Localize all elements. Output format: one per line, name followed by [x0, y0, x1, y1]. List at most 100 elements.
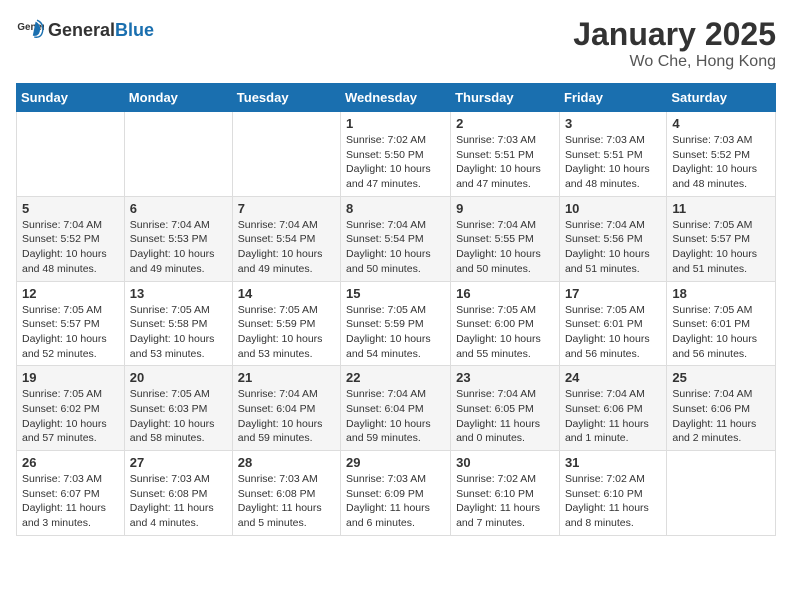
day-info: Sunrise: 7:03 AM Sunset: 6:07 PM Dayligh…	[22, 472, 119, 531]
day-info: Sunrise: 7:05 AM Sunset: 5:57 PM Dayligh…	[672, 218, 770, 277]
logo-blue-text: Blue	[115, 20, 154, 41]
calendar-day	[124, 112, 232, 197]
calendar-day: 28 Sunrise: 7:03 AM Sunset: 6:08 PM Dayli…	[232, 451, 340, 536]
day-info: Sunrise: 7:04 AM Sunset: 5:56 PM Dayligh…	[565, 218, 661, 277]
day-number: 22	[346, 370, 445, 385]
calendar-day	[17, 112, 125, 197]
day-info: Sunrise: 7:03 AM Sunset: 6:08 PM Dayligh…	[130, 472, 227, 531]
day-info: Sunrise: 7:05 AM Sunset: 5:57 PM Dayligh…	[22, 303, 119, 362]
day-number: 29	[346, 455, 445, 470]
calendar-week-2: 5 Sunrise: 7:04 AM Sunset: 5:52 PM Daylig…	[17, 196, 776, 281]
day-number: 5	[22, 201, 119, 216]
day-info: Sunrise: 7:05 AM Sunset: 6:03 PM Dayligh…	[130, 387, 227, 446]
day-number: 4	[672, 116, 770, 131]
calendar-title: January 2025	[573, 16, 776, 53]
calendar-day: 24 Sunrise: 7:04 AM Sunset: 6:06 PM Dayli…	[559, 366, 666, 451]
day-info: Sunrise: 7:04 AM Sunset: 5:55 PM Dayligh…	[456, 218, 554, 277]
day-number: 6	[130, 201, 227, 216]
calendar-day: 25Sunrise: 7:04 AM Sunset: 6:06 PM Dayli…	[667, 366, 776, 451]
calendar-day: 16 Sunrise: 7:05 AM Sunset: 6:00 PM Dayli…	[451, 281, 560, 366]
day-number: 15	[346, 286, 445, 301]
title-block: January 2025 Wo Che, Hong Kong	[573, 16, 776, 71]
weekday-header-tuesday: Tuesday	[232, 84, 340, 112]
day-info: Sunrise: 7:04 AM Sunset: 6:04 PM Dayligh…	[346, 387, 445, 446]
logo-icon: General	[16, 16, 44, 44]
calendar-subtitle: Wo Che, Hong Kong	[573, 53, 776, 71]
calendar-day: 18 Sunrise: 7:05 AM Sunset: 6:01 PM Dayli…	[667, 281, 776, 366]
day-number: 8	[346, 201, 445, 216]
weekday-header-saturday: Saturday	[667, 84, 776, 112]
day-info: Sunrise: 7:05 AM Sunset: 6:02 PM Dayligh…	[22, 387, 119, 446]
logo-general-text: General	[48, 20, 115, 41]
weekday-header-wednesday: Wednesday	[341, 84, 451, 112]
svg-text:General: General	[17, 22, 44, 33]
day-number: 9	[456, 201, 554, 216]
logo: General GeneralBlue	[16, 16, 154, 44]
day-number: 28	[238, 455, 335, 470]
day-number: 26	[22, 455, 119, 470]
day-info: Sunrise: 7:04 AM Sunset: 5:54 PM Dayligh…	[238, 218, 335, 277]
calendar-day: 21Sunrise: 7:04 AM Sunset: 6:04 PM Dayli…	[232, 366, 340, 451]
day-info: Sunrise: 7:03 AM Sunset: 5:52 PM Dayligh…	[672, 133, 770, 192]
day-number: 10	[565, 201, 661, 216]
day-number: 7	[238, 201, 335, 216]
calendar-day: 2Sunrise: 7:03 AM Sunset: 5:51 PM Daylig…	[451, 112, 560, 197]
weekday-header-friday: Friday	[559, 84, 666, 112]
day-info: Sunrise: 7:04 AM Sunset: 6:04 PM Dayligh…	[238, 387, 335, 446]
day-number: 2	[456, 116, 554, 131]
calendar-day: 19Sunrise: 7:05 AM Sunset: 6:02 PM Dayli…	[17, 366, 125, 451]
calendar-day: 5 Sunrise: 7:04 AM Sunset: 5:52 PM Daylig…	[17, 196, 125, 281]
day-number: 20	[130, 370, 227, 385]
weekday-header-row: SundayMondayTuesdayWednesdayThursdayFrid…	[17, 84, 776, 112]
day-number: 13	[130, 286, 227, 301]
day-number: 23	[456, 370, 554, 385]
day-info: Sunrise: 7:03 AM Sunset: 6:08 PM Dayligh…	[238, 472, 335, 531]
day-info: Sunrise: 7:02 AM Sunset: 6:10 PM Dayligh…	[565, 472, 661, 531]
day-number: 25	[672, 370, 770, 385]
calendar-day: 17Sunrise: 7:05 AM Sunset: 6:01 PM Dayli…	[559, 281, 666, 366]
day-number: 3	[565, 116, 661, 131]
day-number: 16	[456, 286, 554, 301]
day-number: 14	[238, 286, 335, 301]
calendar-day: 6 Sunrise: 7:04 AM Sunset: 5:53 PM Daylig…	[124, 196, 232, 281]
day-info: Sunrise: 7:05 AM Sunset: 6:01 PM Dayligh…	[565, 303, 661, 362]
day-info: Sunrise: 7:05 AM Sunset: 6:01 PM Dayligh…	[672, 303, 770, 362]
weekday-header-thursday: Thursday	[451, 84, 560, 112]
weekday-header-sunday: Sunday	[17, 84, 125, 112]
day-info: Sunrise: 7:04 AM Sunset: 5:54 PM Dayligh…	[346, 218, 445, 277]
calendar-week-3: 12 Sunrise: 7:05 AM Sunset: 5:57 PM Dayli…	[17, 281, 776, 366]
day-info: Sunrise: 7:03 AM Sunset: 6:09 PM Dayligh…	[346, 472, 445, 531]
day-number: 30	[456, 455, 554, 470]
calendar-day: 8 Sunrise: 7:04 AM Sunset: 5:54 PM Daylig…	[341, 196, 451, 281]
day-info: Sunrise: 7:02 AM Sunset: 6:10 PM Dayligh…	[456, 472, 554, 531]
day-info: Sunrise: 7:03 AM Sunset: 5:51 PM Dayligh…	[565, 133, 661, 192]
page-header: General GeneralBlue January 2025 Wo Che,…	[16, 16, 776, 71]
calendar-day: 29 Sunrise: 7:03 AM Sunset: 6:09 PM Dayli…	[341, 451, 451, 536]
calendar-day: 27 Sunrise: 7:03 AM Sunset: 6:08 PM Dayli…	[124, 451, 232, 536]
day-number: 27	[130, 455, 227, 470]
day-number: 24	[565, 370, 661, 385]
calendar-day: 22 Sunrise: 7:04 AM Sunset: 6:04 PM Dayli…	[341, 366, 451, 451]
calendar-day: 11Sunrise: 7:05 AM Sunset: 5:57 PM Dayli…	[667, 196, 776, 281]
day-info: Sunrise: 7:04 AM Sunset: 5:52 PM Dayligh…	[22, 218, 119, 277]
calendar-day: 12 Sunrise: 7:05 AM Sunset: 5:57 PM Dayli…	[17, 281, 125, 366]
calendar-day: 31 Sunrise: 7:02 AM Sunset: 6:10 PM Dayli…	[559, 451, 666, 536]
day-info: Sunrise: 7:05 AM Sunset: 5:59 PM Dayligh…	[238, 303, 335, 362]
calendar-day: 7 Sunrise: 7:04 AM Sunset: 5:54 PM Daylig…	[232, 196, 340, 281]
calendar-day: 30 Sunrise: 7:02 AM Sunset: 6:10 PM Dayli…	[451, 451, 560, 536]
day-number: 1	[346, 116, 445, 131]
day-number: 31	[565, 455, 661, 470]
day-info: Sunrise: 7:04 AM Sunset: 6:06 PM Dayligh…	[565, 387, 661, 446]
day-info: Sunrise: 7:05 AM Sunset: 5:59 PM Dayligh…	[346, 303, 445, 362]
day-info: Sunrise: 7:04 AM Sunset: 5:53 PM Dayligh…	[130, 218, 227, 277]
calendar-day: 15 Sunrise: 7:05 AM Sunset: 5:59 PM Dayli…	[341, 281, 451, 366]
day-number: 18	[672, 286, 770, 301]
calendar-day: 23Sunrise: 7:04 AM Sunset: 6:05 PM Dayli…	[451, 366, 560, 451]
calendar-day: 14 Sunrise: 7:05 AM Sunset: 5:59 PM Dayli…	[232, 281, 340, 366]
day-number: 12	[22, 286, 119, 301]
calendar-day	[232, 112, 340, 197]
calendar-day: 9 Sunrise: 7:04 AM Sunset: 5:55 PM Daylig…	[451, 196, 560, 281]
calendar-week-1: 1Sunrise: 7:02 AM Sunset: 5:50 PM Daylig…	[17, 112, 776, 197]
day-info: Sunrise: 7:05 AM Sunset: 6:00 PM Dayligh…	[456, 303, 554, 362]
calendar-day: 26 Sunrise: 7:03 AM Sunset: 6:07 PM Dayli…	[17, 451, 125, 536]
